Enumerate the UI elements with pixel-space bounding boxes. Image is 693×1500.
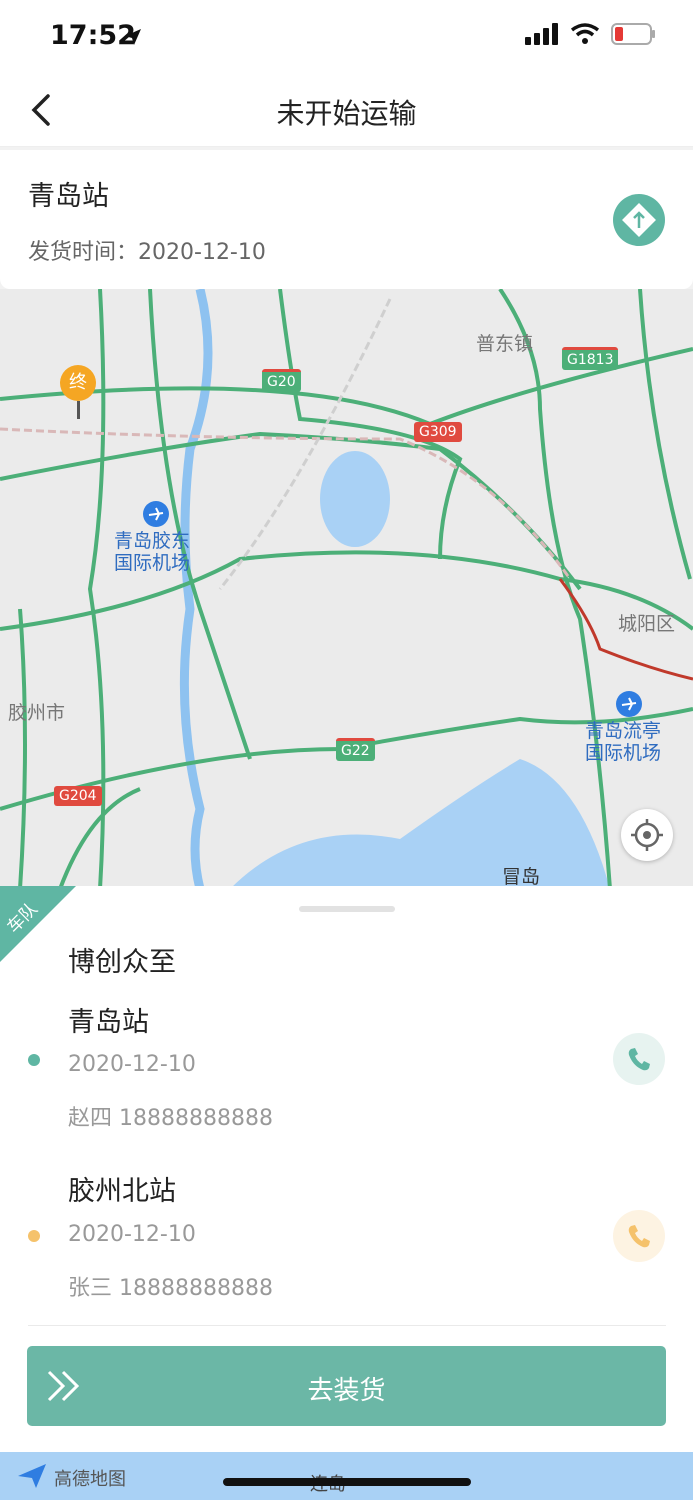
map-label-pudong: 普东镇 bbox=[476, 333, 534, 355]
go-load-label: 去装货 bbox=[307, 1376, 386, 1406]
navigation-bar: 未开始运输 bbox=[0, 76, 693, 147]
turn-arrow-icon bbox=[622, 203, 656, 237]
map-roads bbox=[0, 289, 693, 889]
home-indicator bbox=[223, 1478, 471, 1486]
pickup-stop-name: 青岛站 bbox=[68, 1007, 149, 1038]
location-arrow-icon bbox=[125, 29, 141, 45]
locate-me-button[interactable] bbox=[621, 809, 673, 861]
map-bottom-strip: 高德地图 连岛 bbox=[0, 1452, 693, 1500]
station-title: 青岛站 bbox=[28, 181, 109, 212]
road-sign-g309: G309 bbox=[414, 422, 462, 442]
destination-marker[interactable]: 终 bbox=[60, 365, 96, 419]
battery-icon bbox=[611, 23, 655, 45]
call-delivery-button[interactable] bbox=[613, 1210, 665, 1262]
road-sign-g204: G204 bbox=[54, 786, 102, 806]
phone-icon bbox=[628, 1225, 650, 1248]
amap-logo-icon bbox=[18, 1464, 46, 1488]
map-label-jiaodong-airport: 青岛胶东 国际机场 bbox=[114, 530, 191, 574]
sheet-drag-handle[interactable] bbox=[299, 906, 395, 912]
wifi-icon bbox=[570, 23, 599, 44]
airport-icon bbox=[143, 501, 169, 527]
delivery-stop-date: 2020-12-10 bbox=[68, 1222, 196, 1247]
airport-icon-liuting bbox=[616, 691, 642, 717]
go-load-button[interactable]: 去装货 bbox=[27, 1346, 666, 1426]
page-title: 未开始运输 bbox=[276, 97, 417, 130]
map-label-jiaozhou: 胶州市 bbox=[8, 702, 66, 724]
map-label-maodao: 冒岛 bbox=[502, 866, 541, 888]
map-label-liuting-airport: 青岛流亭 国际机场 bbox=[585, 720, 662, 764]
pickup-status-dot bbox=[28, 1054, 40, 1066]
road-sign-g1813: G1813 bbox=[562, 347, 619, 370]
end-marker-pin: 终 bbox=[60, 365, 96, 401]
amap-logo-text: 高德地图 bbox=[54, 1469, 126, 1490]
sheet-divider bbox=[28, 1325, 666, 1326]
call-pickup-button[interactable] bbox=[613, 1033, 665, 1085]
road-sign-g22: G22 bbox=[336, 738, 375, 761]
road-sign-g20: G20 bbox=[262, 369, 301, 392]
ship-time: 发货时间：2020-12-10 bbox=[28, 234, 266, 266]
crosshair-icon bbox=[631, 819, 663, 851]
status-icons bbox=[524, 22, 657, 46]
ship-time-label: 发货时间： bbox=[28, 240, 139, 265]
delivery-stop-contact: 张三 18888888888 bbox=[68, 1276, 273, 1301]
delivery-status-dot bbox=[28, 1230, 40, 1242]
ship-time-value: 2020-12-10 bbox=[138, 240, 266, 265]
signal-icon bbox=[524, 23, 558, 45]
end-marker-stem bbox=[77, 401, 80, 419]
shipment-info-card: 青岛站 发货时间：2020-12-10 bbox=[0, 150, 693, 289]
map-label-chengyang: 城阳区 bbox=[618, 613, 676, 635]
transport-detail-sheet: 车队 博创众至 青岛站 2020-12-10 赵四 18888888888 胶州… bbox=[0, 886, 693, 1452]
delivery-stop-name: 胶州北站 bbox=[68, 1176, 176, 1207]
pickup-stop-date: 2020-12-10 bbox=[68, 1052, 196, 1077]
status-bar: 17:52 bbox=[0, 0, 693, 76]
phone-icon bbox=[628, 1048, 650, 1071]
map-view[interactable]: 终 普东镇 青岛胶东 国际机场 城阳区 胶州市 青岛流亭 国际机场 冒岛 G18… bbox=[0, 289, 693, 889]
pickup-stop-contact: 赵四 18888888888 bbox=[68, 1106, 273, 1131]
company-name: 博创众至 bbox=[68, 947, 176, 978]
navigation-direction-button[interactable] bbox=[613, 194, 665, 246]
